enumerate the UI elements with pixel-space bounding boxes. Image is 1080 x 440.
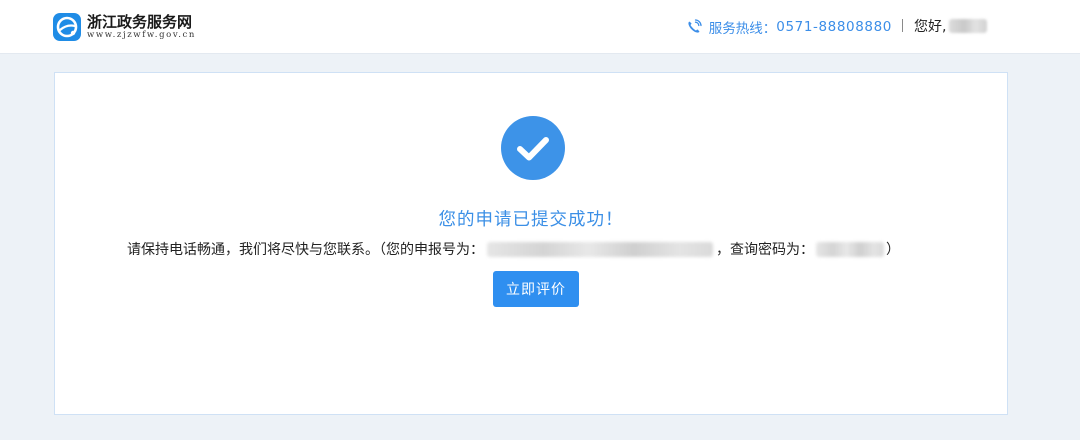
result-panel: 您的申请已提交成功！ 请保持电话畅通，我们将尽快与您联系。（您的申报号为： ，查…	[54, 72, 1008, 415]
header-divider	[902, 19, 903, 32]
greeting-text: 您好,	[914, 19, 947, 35]
username-redacted	[949, 19, 988, 33]
service-hotline: 服务热线： 0571-88808880	[686, 17, 892, 37]
query-password-redacted	[816, 241, 884, 257]
hotline-number: 0571-88808880	[776, 19, 892, 35]
check-circle-icon	[501, 116, 565, 180]
contact-info-line: 请保持电话畅通，我们将尽快与您联系。（您的申报号为： ，查询密码为： ）	[127, 239, 900, 259]
top-header: 浙江政务服务网 www.zjzwfw.gov.cn 服务热线： 0571-888…	[0, 0, 1080, 54]
info-prefix: 请保持电话畅通，我们将尽快与您联系。（您的申报号为：	[127, 242, 484, 258]
site-logo[interactable]: 浙江政务服务网 www.zjzwfw.gov.cn	[53, 13, 196, 41]
logo-name: 浙江政务服务网	[87, 12, 193, 31]
user-greeting[interactable]: 您好,	[914, 16, 988, 36]
zjzwfw-logo-icon	[53, 13, 81, 41]
rate-now-button[interactable]: 立即评价	[493, 271, 579, 307]
info-suffix: ）	[886, 242, 900, 258]
info-password-label: ，查询密码为：	[716, 242, 814, 258]
logo-url: www.zjzwfw.gov.cn	[87, 29, 196, 40]
success-title: 您的申请已提交成功！	[438, 210, 624, 230]
phone-icon	[688, 19, 702, 33]
hotline-label: 服务热线：	[708, 21, 777, 37]
application-number-redacted	[487, 241, 713, 257]
